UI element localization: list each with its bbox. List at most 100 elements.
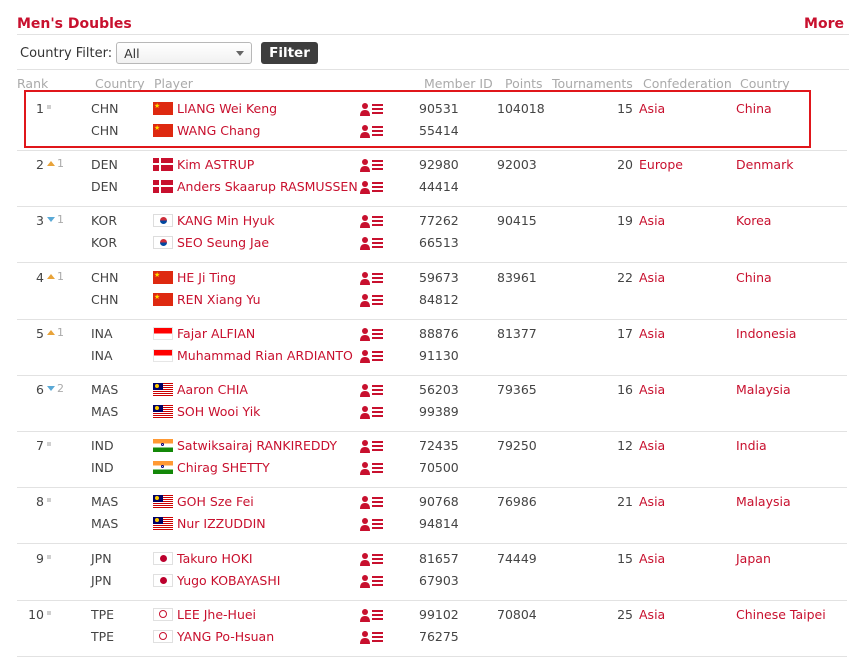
player-name-link[interactable]: GOH Sze Fei [177, 494, 254, 509]
country-link[interactable]: China [736, 101, 772, 116]
player-name-link[interactable]: Anders Skaarup RASMUSSEN [177, 179, 358, 194]
header-confederation[interactable]: Confederation [643, 76, 732, 91]
country-code: CHN [91, 270, 119, 285]
confederation-link[interactable]: Asia [639, 270, 665, 285]
player-name-link[interactable]: Nur IZZUDDIN [177, 516, 266, 531]
player-name-link[interactable]: Yugo KOBAYASHI [177, 573, 280, 588]
points: 70804 [497, 607, 537, 622]
member-id: 55414 [419, 123, 459, 138]
player-profile-icon[interactable] [360, 383, 384, 397]
player-profile-icon[interactable] [360, 102, 384, 116]
player-profile-icon[interactable] [360, 158, 384, 172]
confederation-link[interactable]: Asia [639, 607, 665, 622]
tournaments: 20 [617, 157, 633, 172]
player-profile-icon[interactable] [360, 608, 384, 622]
confederation-link[interactable]: Asia [639, 326, 665, 341]
player-profile-icon[interactable] [360, 405, 384, 419]
player-profile-icon[interactable] [360, 495, 384, 509]
player-name-link[interactable]: LIANG Wei Keng [177, 101, 277, 116]
chevron-down-icon [236, 51, 245, 56]
player-name-link[interactable]: SEO Seung Jae [177, 235, 269, 250]
member-id: 44414 [419, 179, 459, 194]
country-code: MAS [91, 494, 119, 509]
player-profile-icon[interactable] [360, 124, 384, 138]
player-name-link[interactable]: KANG Min Hyuk [177, 213, 275, 228]
country-code: KOR [91, 235, 118, 250]
player-name-link[interactable]: Takuro HOKI [177, 551, 253, 566]
tournaments: 19 [617, 213, 633, 228]
player-name-link[interactable]: Chirag SHETTY [177, 460, 270, 475]
header-points[interactable]: Points [505, 76, 543, 91]
player-profile-icon[interactable] [360, 630, 384, 644]
confederation-link[interactable]: Asia [639, 551, 665, 566]
confederation-link[interactable]: Asia [639, 213, 665, 228]
country-link[interactable]: Malaysia [736, 382, 791, 397]
rank-change-value: 1 [57, 326, 64, 339]
player-name-link[interactable]: WANG Chang [177, 123, 260, 138]
player-name-link[interactable]: Kim ASTRUP [177, 157, 254, 172]
points: 83961 [497, 270, 537, 285]
filter-button[interactable]: Filter [261, 42, 318, 64]
confederation-link[interactable]: Asia [639, 382, 665, 397]
flag-icon [153, 439, 173, 452]
member-id: 70500 [419, 460, 459, 475]
table-row: 8 MAS MAS GOH Sze Fei Nur IZZUDDIN 90768 94814… [17, 487, 847, 544]
player-profile-icon[interactable] [360, 517, 384, 531]
rank-movement [47, 101, 51, 114]
country-code: INA [91, 326, 113, 341]
player-name-link[interactable]: SOH Wooi Yik [177, 404, 260, 419]
country-filter-select[interactable]: All [116, 42, 253, 64]
player-profile-icon[interactable] [360, 214, 384, 228]
points: 81377 [497, 326, 537, 341]
header-member-id[interactable]: Member ID [424, 76, 493, 91]
rank-movement [47, 607, 51, 620]
more-link[interactable]: More [804, 16, 844, 32]
confederation-link[interactable]: Asia [639, 494, 665, 509]
player-profile-icon[interactable] [360, 271, 384, 285]
header-player[interactable]: Player [154, 76, 193, 91]
divider [17, 69, 849, 70]
header-rank[interactable]: Rank [17, 76, 48, 91]
member-id: 72435 [419, 438, 459, 453]
player-profile-icon[interactable] [360, 461, 384, 475]
player-profile-icon[interactable] [360, 327, 384, 341]
player-name-link[interactable]: Aaron CHIA [177, 382, 248, 397]
player-profile-icon[interactable] [360, 293, 384, 307]
player-name-link[interactable]: Muhammad Rian ARDIANTO [177, 348, 353, 363]
country-link[interactable]: Korea [736, 213, 771, 228]
player-name-link[interactable]: REN Xiang Yu [177, 292, 261, 307]
member-id: 94814 [419, 516, 459, 531]
player-name-link[interactable]: Satwiksairaj RANKIREDDY [177, 438, 337, 453]
header-country[interactable]: Country [740, 76, 790, 91]
rank: 8 [36, 494, 44, 509]
player-profile-icon[interactable] [360, 349, 384, 363]
country-link[interactable]: India [736, 438, 767, 453]
flag-icon [153, 517, 173, 530]
confederation-link[interactable]: Asia [639, 438, 665, 453]
player-name-link[interactable]: HE Ji Ting [177, 270, 236, 285]
rank-movement [47, 438, 51, 451]
player-name-link[interactable]: YANG Po-Hsuan [177, 629, 274, 644]
country-link[interactable]: Malaysia [736, 494, 791, 509]
player-profile-icon[interactable] [360, 439, 384, 453]
player-name-link[interactable]: Fajar ALFIAN [177, 326, 255, 341]
country-code: MAS [91, 516, 119, 531]
player-profile-icon[interactable] [360, 180, 384, 194]
flag-icon [153, 269, 173, 284]
confederation-link[interactable]: Europe [639, 157, 683, 172]
confederation-link[interactable]: Asia [639, 101, 665, 116]
points: 90415 [497, 213, 537, 228]
player-profile-icon[interactable] [360, 574, 384, 588]
country-link[interactable]: Denmark [736, 157, 793, 172]
player-profile-icon[interactable] [360, 552, 384, 566]
rank-unchanged-icon [47, 442, 51, 446]
country-link[interactable]: Indonesia [736, 326, 796, 341]
header-tournaments[interactable]: Tournaments [552, 76, 633, 91]
country-link[interactable]: Japan [736, 551, 771, 566]
player-profile-icon[interactable] [360, 236, 384, 250]
player-name-link[interactable]: LEE Jhe-Huei [177, 607, 256, 622]
country-link[interactable]: Chinese Taipei [736, 607, 826, 622]
country-link[interactable]: China [736, 270, 772, 285]
country-code: CHN [91, 101, 119, 116]
header-country-code[interactable]: Country [95, 76, 145, 91]
